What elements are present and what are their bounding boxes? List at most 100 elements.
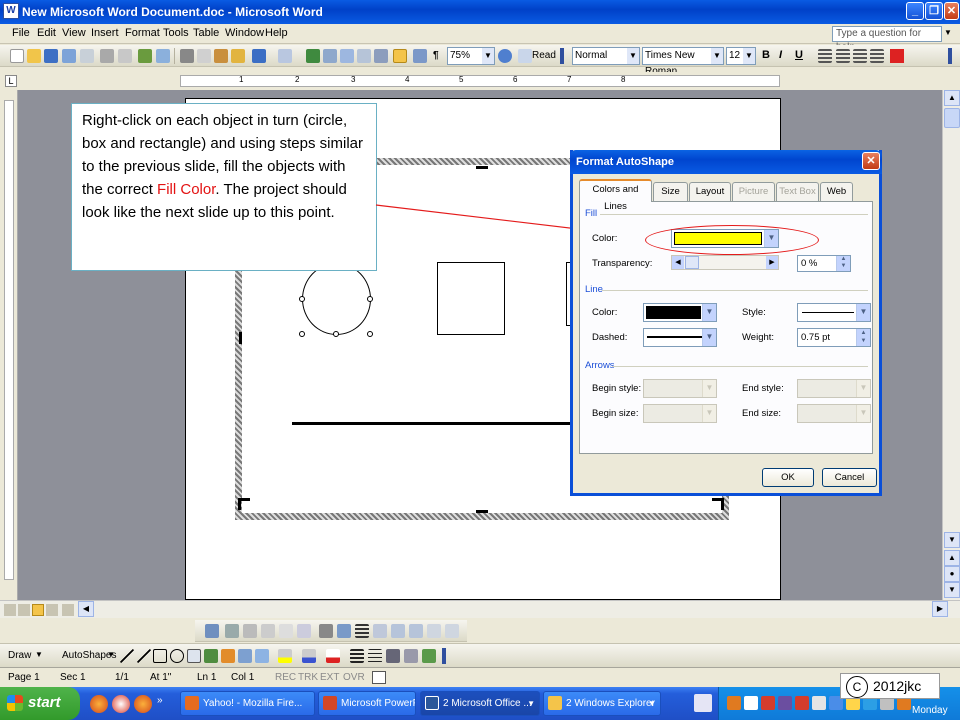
more-brightness-icon[interactable]	[279, 624, 293, 638]
previous-page-icon[interactable]: ▲	[944, 550, 960, 566]
spelling-status-icon[interactable]	[372, 671, 386, 684]
textbox-tool-icon[interactable]	[187, 649, 201, 663]
insert-excel-icon[interactable]	[357, 49, 371, 63]
toolbar-grip[interactable]	[560, 48, 564, 64]
help-dropdown-icon[interactable]: ▼	[944, 28, 952, 37]
box-shape[interactable]	[437, 262, 505, 335]
canvas-crop-handle[interactable]	[476, 510, 488, 513]
ok-button[interactable]: OK	[762, 468, 814, 487]
dash-style-icon[interactable]	[368, 649, 382, 663]
canvas-crop-handle[interactable]	[239, 332, 242, 344]
task-powerpoint[interactable]: Microsoft PowerPoin...	[318, 691, 416, 716]
firefox-alt-quicklaunch-icon[interactable]	[134, 695, 152, 713]
chevron-down-icon[interactable]: ▼	[35, 650, 43, 659]
set-transparent-icon[interactable]	[427, 624, 441, 638]
task-explorer[interactable]: 2 Windows Explorer ▼	[543, 691, 661, 716]
normal-view-icon[interactable]	[4, 604, 16, 616]
chevron-down-icon[interactable]: ▼	[702, 329, 716, 346]
menu-tools[interactable]: Tools	[163, 27, 189, 39]
menu-table[interactable]: Table	[193, 27, 219, 39]
line-tool-icon[interactable]	[120, 649, 134, 663]
tab-size[interactable]: Size	[653, 182, 688, 201]
crop-icon[interactable]	[319, 624, 333, 638]
selection-handle[interactable]	[367, 296, 373, 302]
rectangle-tool-icon[interactable]	[153, 649, 167, 663]
bold-button[interactable]: B	[762, 49, 770, 61]
arrow-style-icon[interactable]	[386, 649, 400, 663]
toolbar-grip[interactable]	[442, 648, 446, 664]
web-layout-icon[interactable]	[18, 604, 30, 616]
3d-style-icon[interactable]	[422, 649, 436, 663]
word-app-icon[interactable]: W	[3, 3, 19, 19]
minimize-button[interactable]: _	[906, 2, 924, 20]
dialog-close-button[interactable]: ✕	[862, 152, 880, 170]
drawing-icon[interactable]	[393, 49, 407, 63]
status-ext[interactable]: EXT	[320, 672, 339, 683]
line-color-select[interactable]: ▼	[643, 303, 717, 322]
circle-shape[interactable]	[302, 263, 371, 335]
close-button[interactable]: ✕	[944, 2, 959, 20]
menu-edit[interactable]: Edit	[37, 27, 56, 39]
tray-volume-icon[interactable]	[812, 696, 826, 710]
line-style-icon[interactable]	[355, 624, 369, 638]
font-color-icon[interactable]	[326, 649, 340, 663]
transparency-slider[interactable]: ◀ ▶	[671, 255, 779, 270]
canvas-crop-handle[interactable]	[721, 498, 724, 510]
new-document-icon[interactable]	[10, 49, 24, 63]
toolbar-grip[interactable]	[948, 48, 952, 64]
menu-file[interactable]: File	[12, 27, 30, 39]
line-style-select[interactable]: ▼	[797, 303, 871, 322]
oval-tool-icon[interactable]	[170, 649, 184, 663]
canvas-crop-handle[interactable]	[238, 498, 241, 510]
chevron-down-icon[interactable]: ▼	[482, 48, 494, 64]
color-icon[interactable]	[225, 624, 239, 638]
scroll-right-icon[interactable]: ▶	[932, 601, 948, 617]
menu-window[interactable]: Window	[225, 27, 264, 39]
align-left-icon[interactable]	[818, 49, 832, 63]
chevron-down-icon[interactable]: ▼	[711, 48, 723, 64]
next-page-icon[interactable]: ▼	[944, 582, 960, 598]
underline-button[interactable]: U	[795, 49, 803, 61]
transparency-spinner[interactable]: 0 % ▲ ▼	[797, 255, 851, 272]
help-icon[interactable]	[498, 49, 512, 63]
tab-selector-icon[interactable]: L	[5, 75, 17, 87]
print-preview-icon[interactable]	[118, 49, 132, 63]
select-browse-object-icon[interactable]: ●	[944, 566, 960, 582]
chevron-down-icon[interactable]: ▼	[107, 650, 115, 659]
columns-icon[interactable]	[374, 49, 388, 63]
tray-shield-icon[interactable]	[744, 696, 758, 710]
email-icon[interactable]	[80, 49, 94, 63]
scroll-up-icon[interactable]: ▲	[944, 90, 960, 106]
spelling-icon[interactable]	[138, 49, 152, 63]
outline-view-icon[interactable]	[46, 604, 58, 616]
tray-app-icon[interactable]	[727, 696, 741, 710]
font-select[interactable]: Times New Roman▼	[642, 47, 724, 77]
spinner-icon[interactable]: ▲ ▼	[836, 256, 850, 271]
permission-icon[interactable]	[62, 49, 76, 63]
italic-button[interactable]: I	[779, 49, 782, 61]
scroll-down-icon[interactable]: ▼	[944, 532, 960, 548]
menu-insert[interactable]: Insert	[91, 27, 119, 39]
menu-view[interactable]: View	[62, 27, 86, 39]
hyperlink-icon[interactable]	[306, 49, 320, 63]
compress-icon[interactable]	[373, 624, 387, 638]
status-ovr[interactable]: OVR	[343, 672, 365, 683]
quicklaunch-more-icon[interactable]: »	[157, 695, 163, 706]
print-icon[interactable]	[100, 49, 114, 63]
firefox-quicklaunch-icon[interactable]	[90, 695, 108, 713]
line-color-icon[interactable]	[302, 649, 316, 663]
arrow-tool-icon[interactable]	[137, 649, 151, 663]
vertical-scrollbar[interactable]: ▲ ▼ ▲ ● ▼	[942, 90, 960, 600]
weight-spinner[interactable]: 0.75 pt ▲ ▼	[797, 328, 871, 347]
copy-icon[interactable]	[197, 49, 211, 63]
format-painter-icon[interactable]	[231, 49, 245, 63]
tables-borders-icon[interactable]	[323, 49, 337, 63]
rotate-icon[interactable]	[337, 624, 351, 638]
show-hide-icon[interactable]: ¶	[433, 50, 439, 61]
paste-icon[interactable]	[214, 49, 228, 63]
text-wrapping-icon[interactable]	[391, 624, 405, 638]
font-color-icon[interactable]	[890, 49, 904, 63]
tab-colors-and-lines[interactable]: Colors and Lines	[579, 179, 652, 212]
spinner-icon[interactable]: ▲ ▼	[856, 329, 870, 346]
dialog-title-bar[interactable]: Format AutoShape ✕	[570, 150, 882, 174]
